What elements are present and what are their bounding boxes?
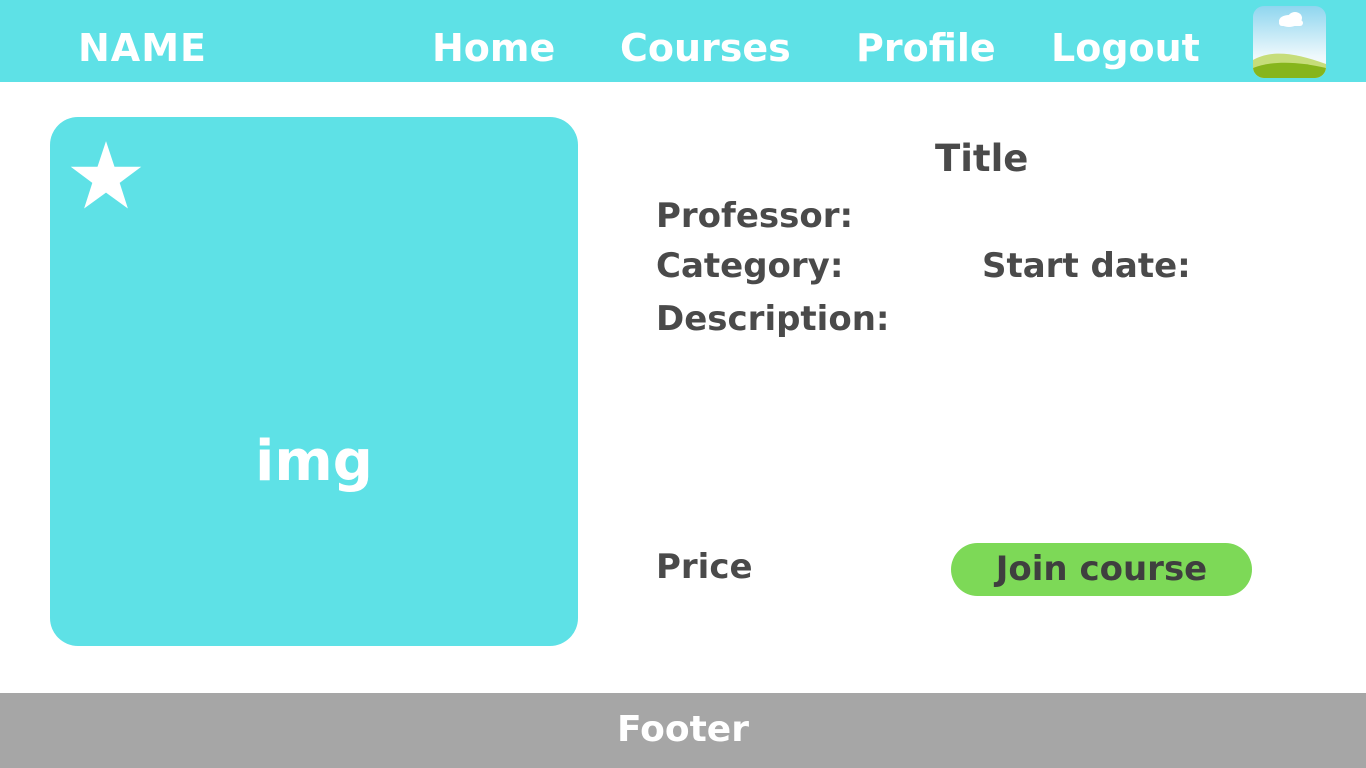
avatar-image (1253, 6, 1326, 78)
description-label: Description: (656, 299, 890, 339)
landscape-placeholder-icon[interactable] (1253, 6, 1326, 78)
start-date-label: Start date: (982, 246, 1191, 286)
top-navbar: NAME Home Courses Profile Logout (0, 0, 1366, 82)
professor-label: Professor: (656, 196, 854, 236)
course-title: Title (935, 137, 1029, 180)
price-label: Price (656, 547, 753, 587)
footer-label: Footer (617, 709, 749, 750)
nav-link-profile[interactable]: Profile (856, 24, 996, 72)
course-image-placeholder: img (50, 117, 578, 646)
join-course-button[interactable]: Join course (951, 543, 1252, 596)
nav-link-courses[interactable]: Courses (620, 24, 791, 72)
image-placeholder-label: img (255, 429, 373, 494)
nav-link-home[interactable]: Home (432, 24, 555, 72)
star-icon[interactable] (70, 139, 142, 211)
site-brand[interactable]: NAME (78, 24, 207, 72)
category-label: Category: (656, 246, 844, 286)
nav-link-logout[interactable]: Logout (1051, 24, 1200, 72)
page-footer: Footer (0, 693, 1366, 768)
